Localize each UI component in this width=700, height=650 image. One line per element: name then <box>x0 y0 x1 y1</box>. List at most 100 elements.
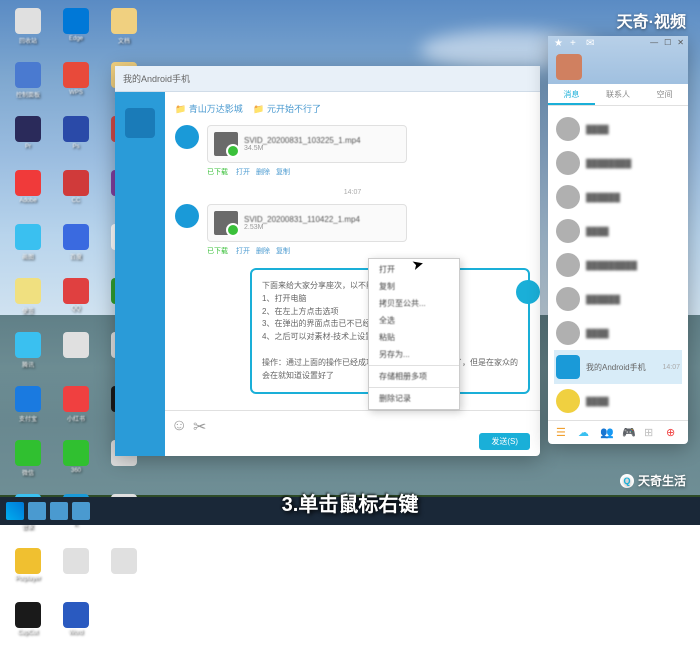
context-menu-item[interactable]: 粘贴 <box>369 329 459 346</box>
video-file-icon <box>214 211 238 235</box>
sender-avatar[interactable] <box>175 204 199 228</box>
emoji-icon[interactable]: ☺ <box>171 417 185 431</box>
star-icon[interactable]: ★ <box>554 38 566 50</box>
taskbar-item[interactable] <box>28 502 46 520</box>
close-icon[interactable]: ✕ <box>677 38 684 47</box>
desktop-icon[interactable]: Potplayer <box>8 548 48 596</box>
mail-icon[interactable]: ✉ <box>586 38 598 50</box>
desktop-icon[interactable]: Word <box>56 602 96 650</box>
contact-avatar <box>556 287 580 311</box>
footer-icon[interactable]: ⊕ <box>666 426 680 440</box>
contact-item[interactable]: ████ <box>554 112 682 146</box>
maximize-icon[interactable]: ☐ <box>664 38 671 47</box>
desktop-icon[interactable]: Ps <box>56 116 96 164</box>
video-file-icon <box>214 132 238 156</box>
desktop-icon[interactable] <box>104 548 144 596</box>
plus-icon[interactable]: + <box>570 38 582 50</box>
desktop-icon[interactable]: Adobe <box>8 170 48 218</box>
contact-item[interactable]: 我的Android手机 14:07 <box>554 350 682 384</box>
watermark-bottom-right: Q 天奇生活 <box>620 472 686 489</box>
chat-main: 📁 青山万达影城 📁 元开始不行了 SVID_20200831_103225_1… <box>165 92 540 456</box>
footer-icon[interactable]: ⊞ <box>644 426 658 440</box>
desktop-icon[interactable]: WPS <box>56 62 96 110</box>
contact-header[interactable]: ★ + ✉ — ☐ ✕ <box>548 36 688 84</box>
file-action-link[interactable]: 删除 <box>256 169 270 176</box>
context-menu-item[interactable]: 全选 <box>369 312 459 329</box>
context-menu-item[interactable]: 拷贝至公共... <box>369 295 459 312</box>
contact-tab[interactable]: 消息 <box>548 84 595 105</box>
desktop-icon[interactable]: 便签 <box>8 278 48 326</box>
contact-item[interactable]: ████████ <box>554 146 682 180</box>
send-button[interactable]: 发送(S) <box>479 433 530 450</box>
desktop-icon[interactable]: Pr <box>8 116 48 164</box>
contact-item[interactable]: ████ <box>554 384 682 418</box>
contact-name: ████ <box>586 227 674 236</box>
file-action-link[interactable]: 复制 <box>276 169 290 176</box>
desktop-icon[interactable] <box>56 332 96 380</box>
contact-item[interactable]: ██████ <box>554 180 682 214</box>
contact-item[interactable]: ██████ <box>554 282 682 316</box>
user-avatar[interactable] <box>556 54 582 80</box>
minimize-icon[interactable]: — <box>650 38 658 47</box>
contact-tabs: 消息联系人空间 <box>548 84 688 106</box>
file-action-link[interactable]: 打开 <box>236 169 250 176</box>
contact-item[interactable]: ████ <box>554 214 682 248</box>
desktop-icon[interactable]: 回收站 <box>8 8 48 56</box>
footer-icon[interactable]: ☁ <box>578 426 592 440</box>
file-actions: 已下载 打开删除复制 <box>207 246 530 256</box>
contact-tab[interactable]: 空间 <box>641 84 688 105</box>
desktop-icon[interactable]: CapCut <box>8 602 48 650</box>
desktop-icon[interactable]: 文档 <box>104 8 144 56</box>
scissors-icon[interactable]: ✂ <box>193 417 207 431</box>
start-button[interactable] <box>6 502 24 520</box>
contact-time: 14:07 <box>662 364 680 371</box>
context-menu-item[interactable]: 删除记录 <box>369 390 459 407</box>
desktop-icon[interactable]: 腾讯 <box>8 332 48 380</box>
footer-icon[interactable]: 🎮 <box>622 426 636 440</box>
chat-title: 我的Android手机 <box>123 72 190 85</box>
contact-name: ████████ <box>586 159 674 168</box>
desktop-icon[interactable]: 百度 <box>56 224 96 272</box>
footer-icon[interactable]: ☰ <box>556 426 570 440</box>
contact-name: ██████ <box>586 295 674 304</box>
file-card[interactable]: SVID_20200831_103225_1.mp434.5M <box>207 125 407 163</box>
file-actions: 已下载 打开删除复制 <box>207 167 530 177</box>
desktop-icon[interactable]: 360 <box>56 440 96 488</box>
desktop-wallpaper: 回收站Edge文档控制面板WPS文件夹PrPs工具AdobeCC画图百度便签QQ… <box>0 0 700 525</box>
desktop-icon[interactable]: 小红书 <box>56 386 96 434</box>
chat-input-area: ☺ ✂ 发送(S) <box>165 410 540 456</box>
contact-list: ████ ████████ ██████ ████ █████████ ████… <box>548 106 688 420</box>
contact-avatar <box>556 151 580 175</box>
desktop-icon[interactable]: CC <box>56 170 96 218</box>
sidebar-avatar[interactable] <box>125 108 155 138</box>
file-action-link[interactable]: 打开 <box>236 248 250 255</box>
text-message: 下面来给大家分享座次，以不能说是听听1、打开电脑2、在左上方点击选项3、在弹出的… <box>175 268 530 394</box>
desktop-icon[interactable]: QQ <box>56 278 96 326</box>
context-menu-item[interactable]: 存储相册多项 <box>369 368 459 385</box>
file-action-link[interactable]: 删除 <box>256 248 270 255</box>
sender-avatar[interactable] <box>175 125 199 149</box>
contact-avatar <box>556 185 580 209</box>
context-menu-item[interactable]: 另存为... <box>369 346 459 363</box>
file-action-link[interactable]: 复制 <box>276 248 290 255</box>
contact-name: ████ <box>586 125 674 134</box>
contact-footer: ☰ ☁ 👥 🎮 ⊞ ⊕ <box>548 420 688 444</box>
file-card[interactable]: SVID_20200831_110422_1.mp42.53M <box>207 204 407 242</box>
contact-tab[interactable]: 联系人 <box>595 84 642 105</box>
context-menu-item[interactable]: 复制 <box>369 278 459 295</box>
taskbar-item[interactable] <box>50 502 68 520</box>
desktop-icon[interactable]: Edge <box>56 8 96 56</box>
desktop-icon[interactable]: 微信 <box>8 440 48 488</box>
desktop-icon[interactable] <box>56 548 96 596</box>
chat-breadcrumb: 📁 青山万达影城 📁 元开始不行了 <box>175 102 530 115</box>
desktop-icon[interactable]: 控制面板 <box>8 62 48 110</box>
chat-header[interactable]: 我的Android手机 <box>115 66 540 92</box>
footer-icon[interactable]: 👥 <box>600 426 614 440</box>
desktop-icon[interactable]: 画图 <box>8 224 48 272</box>
video-caption: 3.单击鼠标右键 <box>282 488 419 517</box>
contact-window: ★ + ✉ — ☐ ✕ 消息联系人空间 ████ ████████ ██████… <box>548 36 688 444</box>
taskbar-item[interactable] <box>72 502 90 520</box>
desktop-icon[interactable]: 支付宝 <box>8 386 48 434</box>
contact-item[interactable]: ████ <box>554 316 682 350</box>
contact-item[interactable]: █████████ <box>554 248 682 282</box>
